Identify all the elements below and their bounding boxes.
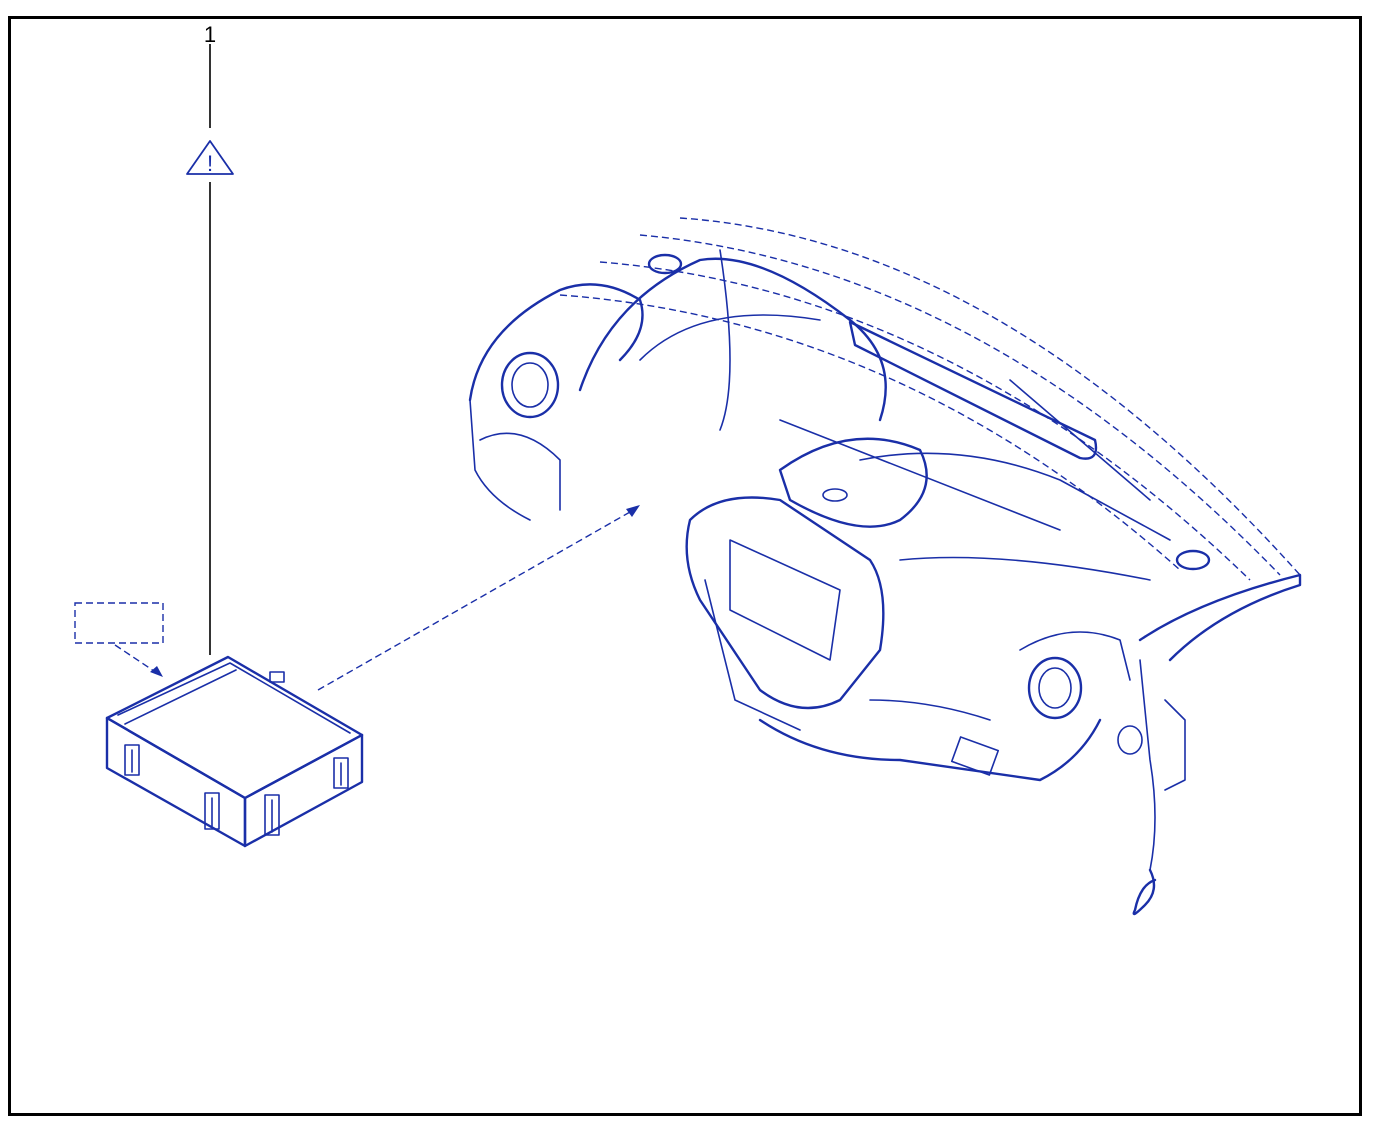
callout-number: 1 xyxy=(203,22,217,47)
warning-triangle-icon: ! xyxy=(186,140,234,176)
svg-text:!: ! xyxy=(207,151,213,176)
dashboard-assembly xyxy=(468,217,1302,916)
exploded-view-diagram: ! xyxy=(74,44,1302,916)
reference-label-box xyxy=(74,602,164,644)
mounting-leader xyxy=(317,505,640,691)
reference-arrow xyxy=(114,644,163,677)
control-module xyxy=(105,655,364,848)
